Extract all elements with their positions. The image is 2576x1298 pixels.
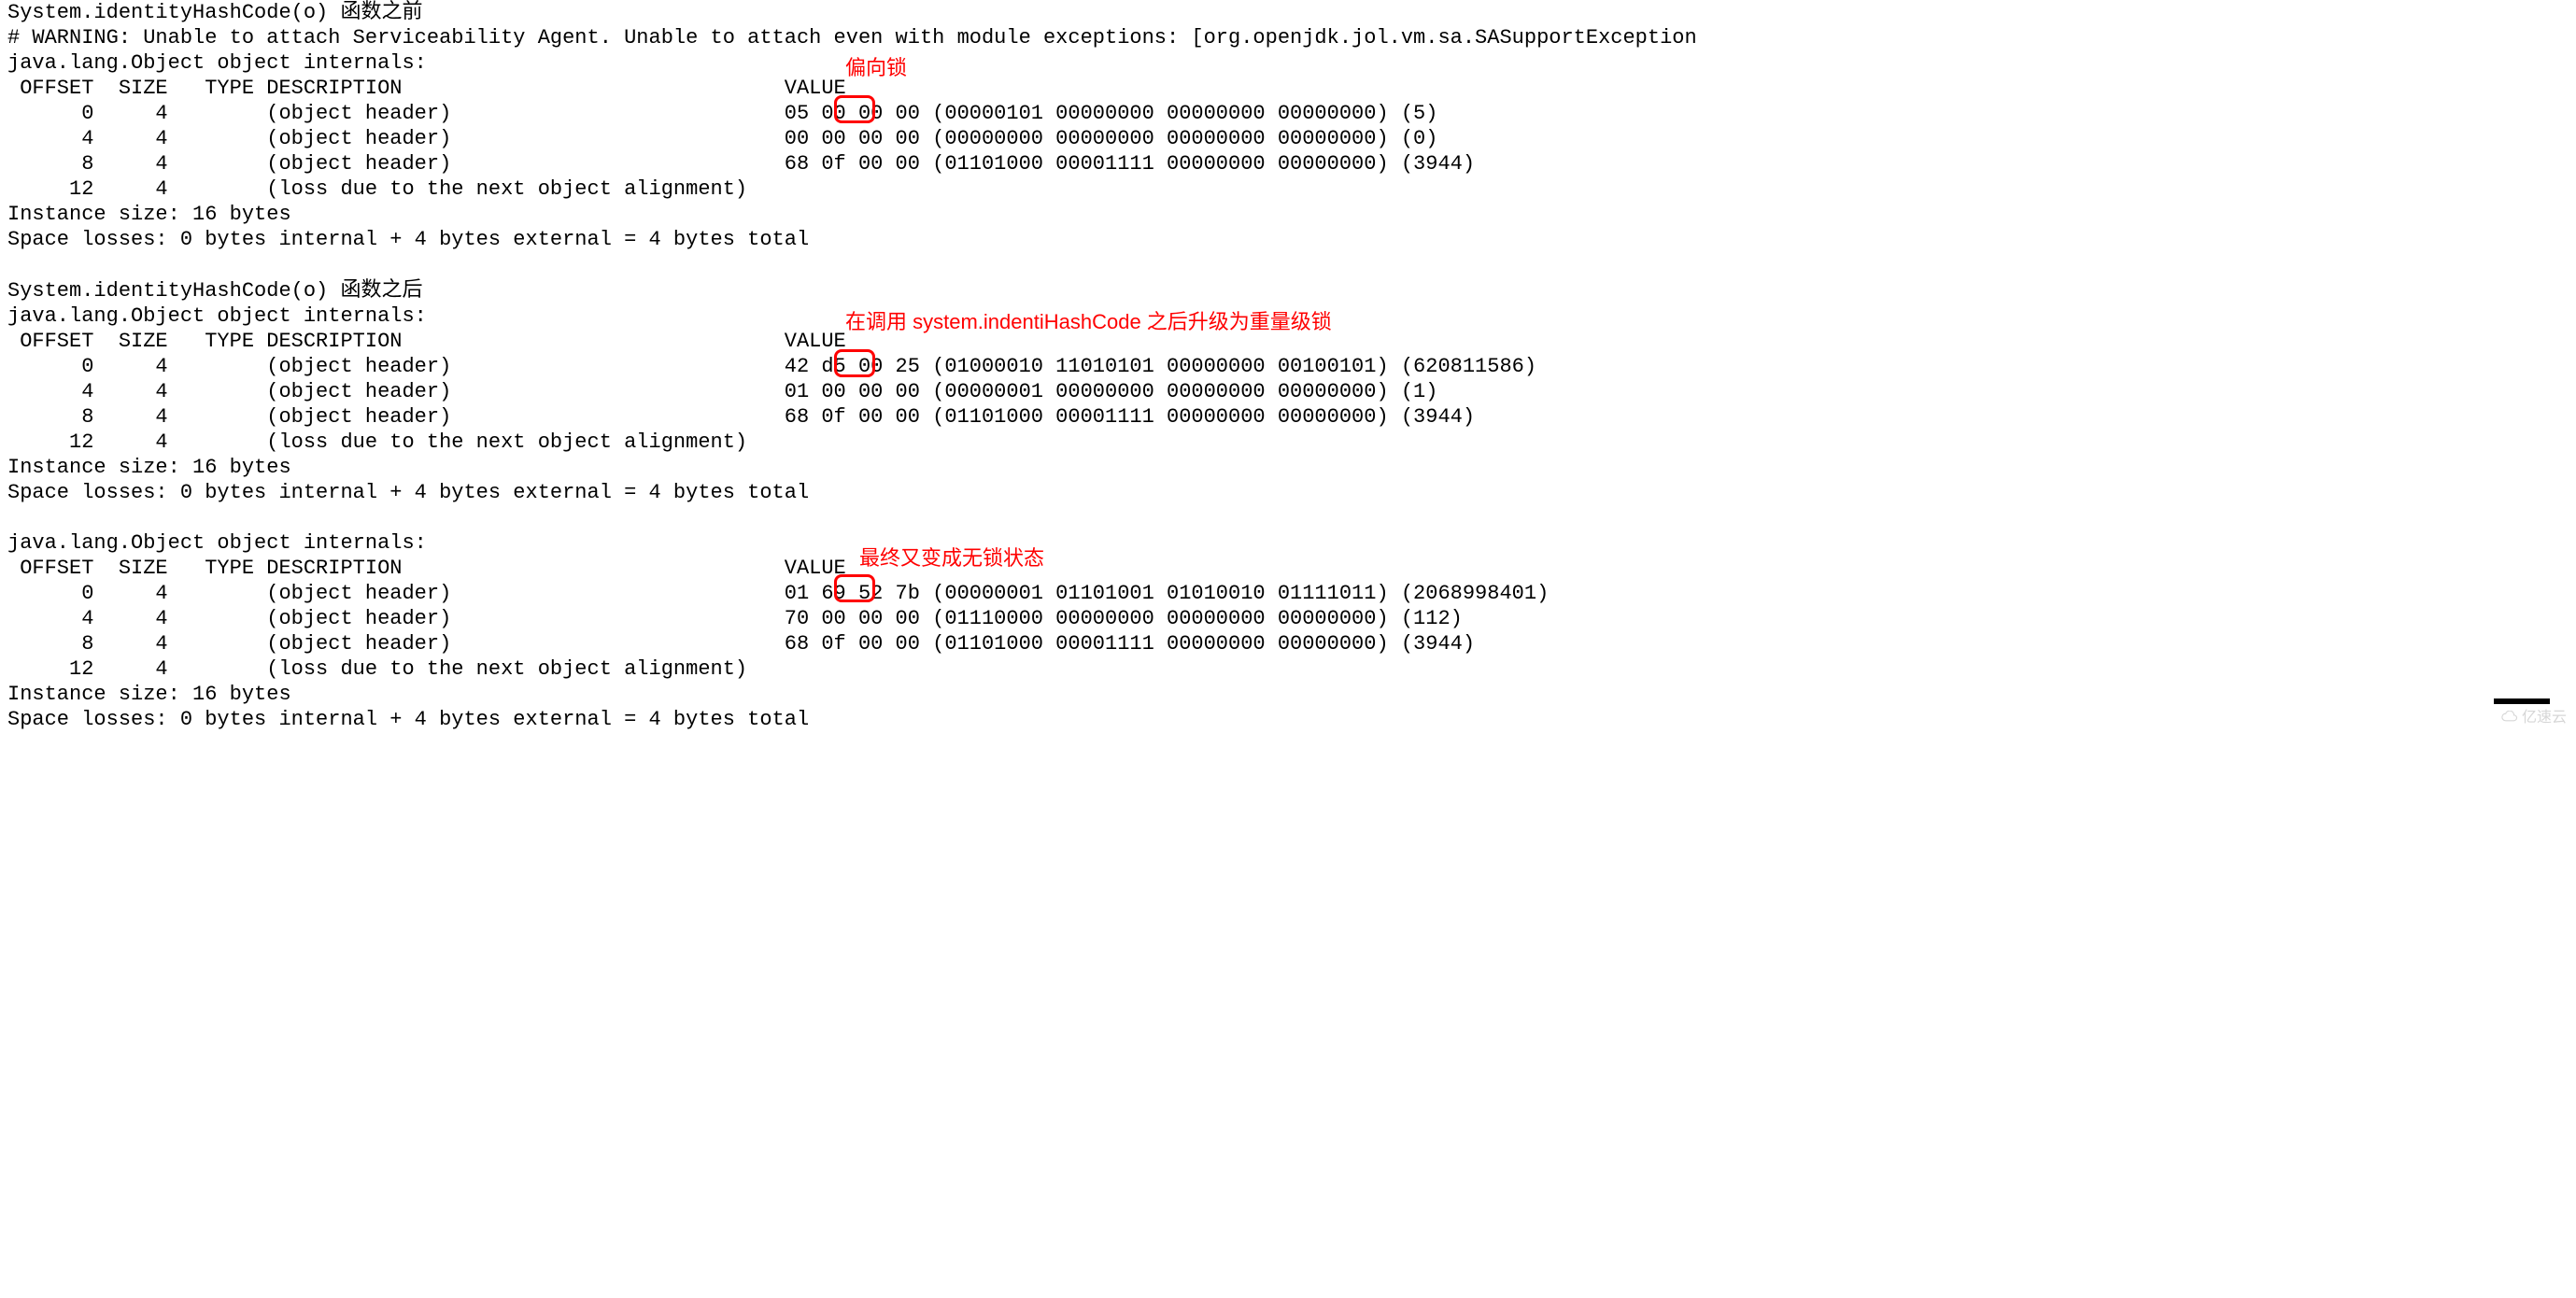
line-internals-1: java.lang.Object object internals: bbox=[7, 50, 2569, 76]
table-row: 0 4 (object header) 01 69 52 7b (0000000… bbox=[7, 581, 2569, 606]
annotation-no-lock: 最终又变成无锁状态 bbox=[859, 546, 1044, 571]
table-row: 12 4 (loss due to the next object alignm… bbox=[7, 656, 2569, 682]
table-row: 8 4 (object header) 68 0f 00 00 (0110100… bbox=[7, 404, 2569, 430]
watermark-text: 亿速云 bbox=[2522, 710, 2567, 726]
line-warning: # WARNING: Unable to attach Serviceabili… bbox=[7, 25, 2569, 50]
space-losses-2: Space losses: 0 bytes internal + 4 bytes… bbox=[7, 480, 2569, 505]
blank-line bbox=[7, 505, 2569, 530]
instance-size-1: Instance size: 16 bytes bbox=[7, 202, 2569, 227]
table-row: 4 4 (object header) 01 00 00 00 (0000000… bbox=[7, 379, 2569, 404]
table-header-3: OFFSET SIZE TYPE DESCRIPTION VALUE bbox=[7, 556, 2569, 581]
annotation-biased-lock: 偏向锁 bbox=[845, 56, 907, 80]
decorative-bar bbox=[2494, 698, 2550, 704]
table-row: 0 4 (object header) 05 00 00 00 (0000010… bbox=[7, 101, 2569, 126]
space-losses-1: Space losses: 0 bytes internal + 4 bytes… bbox=[7, 227, 2569, 252]
table-row: 4 4 (object header) 00 00 00 00 (0000000… bbox=[7, 126, 2569, 151]
blank-line bbox=[7, 252, 2569, 277]
annotation-heavy-lock: 在调用 system.indentiHashCode 之后升级为重量级锁 bbox=[845, 310, 1332, 334]
highlight-box-lock-bits-3 bbox=[834, 574, 875, 602]
table-row: 12 4 (loss due to the next object alignm… bbox=[7, 430, 2569, 455]
space-losses-3: Space losses: 0 bytes internal + 4 bytes… bbox=[7, 707, 2569, 732]
table-row: 8 4 (object header) 68 0f 00 00 (0110100… bbox=[7, 151, 2569, 176]
watermark: 亿速云 bbox=[2501, 709, 2567, 727]
line-internals-3: java.lang.Object object internals: bbox=[7, 530, 2569, 556]
table-row: 8 4 (object header) 68 0f 00 00 (0110100… bbox=[7, 631, 2569, 656]
cloud-icon bbox=[2501, 711, 2518, 724]
instance-size-3: Instance size: 16 bytes bbox=[7, 682, 2569, 707]
table-row: 12 4 (loss due to the next object alignm… bbox=[7, 176, 2569, 202]
line-title-before: System.identityHashCode(o) 函数之前 bbox=[7, 0, 2569, 25]
table-row: 4 4 (object header) 70 00 00 00 (0111000… bbox=[7, 606, 2569, 631]
table-row: 0 4 (object header) 42 d5 00 25 (0100001… bbox=[7, 354, 2569, 379]
highlight-box-lock-bits-2 bbox=[834, 349, 875, 377]
instance-size-2: Instance size: 16 bytes bbox=[7, 455, 2569, 480]
line-title-after: System.identityHashCode(o) 函数之后 bbox=[7, 278, 2569, 303]
table-header-1: OFFSET SIZE TYPE DESCRIPTION VALUE bbox=[7, 76, 2569, 101]
highlight-box-lock-bits-1 bbox=[834, 95, 875, 123]
